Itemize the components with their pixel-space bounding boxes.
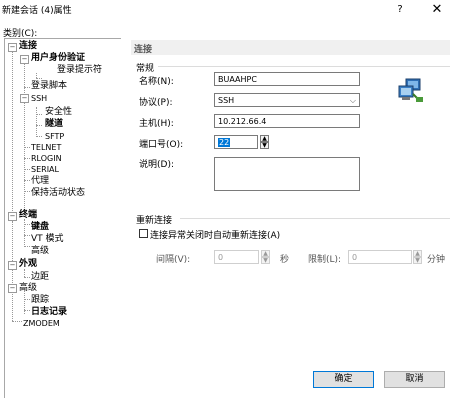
port-input[interactable]: 22 — [214, 135, 258, 149]
tree-item-login-prompt[interactable]: 登录提示符 — [57, 65, 102, 76]
port-value: 22 — [218, 138, 231, 147]
category-tree[interactable]: − − − − − − 连接 用户身份验证 登录提示符 登录脚本 SSH 安全性… — [4, 38, 121, 398]
title-bar: 新建会话 (4)属性 ? ✕ — [0, 0, 457, 20]
tree-item-telnet[interactable]: TELNET — [31, 142, 61, 153]
seconds-unit: 秒 — [280, 255, 290, 265]
tree-item-connection[interactable]: 连接 — [19, 41, 37, 52]
limit-input[interactable]: 0 — [348, 250, 412, 264]
collapse-ssh-icon[interactable]: − — [20, 94, 29, 103]
tree-item-ssh[interactable]: SSH — [31, 93, 47, 104]
minutes-unit: 分钟 — [427, 255, 446, 265]
collapse-connection-icon[interactable]: − — [8, 43, 17, 52]
tree-item-auth[interactable]: 用户身份验证 — [31, 53, 85, 64]
tree-item-appearance[interactable]: 外观 — [19, 259, 37, 270]
port-up-icon[interactable]: ▲ — [260, 135, 269, 142]
tree-item-serial[interactable]: SERIAL — [31, 164, 59, 175]
tree-item-margin[interactable]: 边距 — [31, 272, 49, 283]
interval-input[interactable]: 0 — [214, 250, 259, 264]
tree-item-advanced[interactable]: 高级 — [19, 283, 37, 294]
help-button[interactable]: ? — [391, 2, 409, 18]
panel-title: 连接 — [134, 45, 153, 55]
reconnect-group-divider — [180, 218, 450, 219]
tree-item-keyboard[interactable]: 键盘 — [31, 222, 49, 233]
tree-item-keepalive[interactable]: 保持活动状态 — [31, 188, 85, 199]
name-label: 名称(N): — [139, 77, 174, 87]
reconnect-checkbox[interactable] — [139, 229, 148, 238]
tree-item-security[interactable]: 安全性 — [45, 107, 72, 118]
port-down-icon[interactable]: ▼ — [260, 142, 269, 149]
protocol-value: SSH — [218, 96, 235, 105]
description-input[interactable] — [214, 157, 360, 191]
interval-down-icon[interactable]: ▼ — [261, 257, 270, 264]
host-label: 主机(H): — [139, 119, 174, 129]
panel-header: 连接 — [131, 40, 450, 55]
interval-up-icon[interactable]: ▲ — [261, 250, 270, 257]
protocol-select[interactable]: SSH ⌵ — [214, 93, 360, 107]
name-input[interactable]: BUAAHPC — [214, 72, 360, 86]
tree-item-rlogin[interactable]: RLOGIN — [31, 153, 62, 164]
close-button[interactable]: ✕ — [427, 2, 447, 18]
tree-item-zmodem[interactable]: ZMODEM — [23, 318, 60, 329]
reconnect-checkbox-label[interactable]: 连接异常关闭时自动重新连接(A) — [150, 228, 280, 241]
tree-item-trace[interactable]: 跟踪 — [31, 295, 49, 306]
collapse-auth-icon[interactable]: − — [20, 55, 29, 64]
port-label: 端口号(O): — [139, 140, 184, 150]
general-group-label: 常规 — [136, 64, 155, 74]
ok-button[interactable]: 确定 — [313, 371, 374, 388]
general-group-divider — [158, 66, 450, 67]
limit-up-icon[interactable]: ▲ — [413, 250, 422, 257]
tree-item-vt-mode[interactable]: VT 模式 — [31, 234, 64, 245]
tree-item-login-script[interactable]: 登录脚本 — [31, 81, 67, 92]
tree-item-advanced-term[interactable]: 高级 — [31, 246, 49, 257]
tree-item-logging[interactable]: 日志记录 — [31, 307, 67, 318]
reconnect-group-label: 重新连接 — [136, 216, 173, 226]
tree-item-tunnel[interactable]: 隧道 — [45, 119, 63, 130]
host-input[interactable]: 10.212.66.4 — [214, 114, 360, 128]
limit-label: 限制(L): — [308, 255, 342, 265]
network-computer-icon — [397, 78, 425, 104]
protocol-label: 协议(P): — [139, 98, 173, 108]
tree-item-proxy[interactable]: 代理 — [31, 176, 49, 187]
collapse-advanced-icon[interactable]: − — [8, 284, 17, 293]
limit-down-icon[interactable]: ▼ — [413, 257, 422, 264]
chevron-down-icon: ⌵ — [349, 96, 356, 105]
interval-label: 间隔(V): — [156, 255, 191, 265]
tree-item-terminal[interactable]: 终端 — [19, 210, 37, 221]
description-label: 说明(D): — [139, 160, 174, 170]
cancel-button[interactable]: 取消 — [384, 371, 445, 388]
tree-item-sftp[interactable]: SFTP — [45, 131, 64, 142]
collapse-appearance-icon[interactable]: − — [8, 261, 17, 270]
window-title: 新建会话 (4)属性 — [2, 6, 72, 16]
collapse-terminal-icon[interactable]: − — [8, 212, 17, 221]
